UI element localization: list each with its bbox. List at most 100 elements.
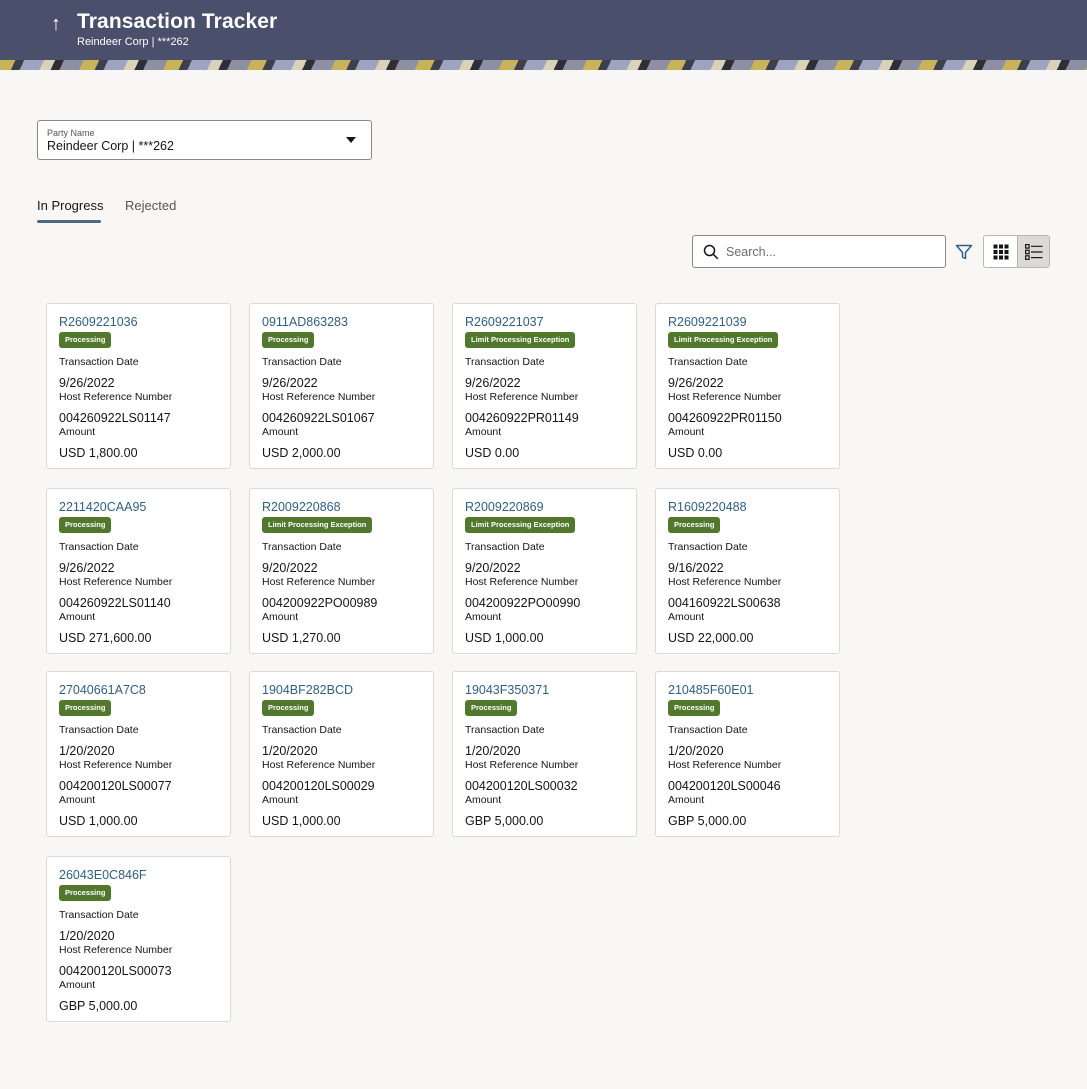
amount-label: Amount xyxy=(59,426,96,438)
status-badge: Limit Processing Exception xyxy=(465,332,576,348)
transaction-card[interactable]: 0911AD863283 Processing Transaction Date 9/… xyxy=(249,303,434,469)
transaction-card[interactable]: 2211420CAA95 Processing Transaction Date 9/… xyxy=(46,488,231,654)
amount-value: USD 2,000.00 xyxy=(262,446,341,460)
amount-label: Amount xyxy=(262,426,299,438)
host-reference-label: Host Reference Number xyxy=(465,576,579,588)
amount-value: GBP 5,000.00 xyxy=(668,814,747,828)
transaction-card[interactable]: R2609221036 Processing Transaction Date 9/2… xyxy=(46,303,231,469)
party-name-label: Party Name xyxy=(47,128,95,138)
status-badge: Processing xyxy=(59,885,112,901)
transaction-card[interactable]: 1904BF282BCD Processing Transaction Date 1/… xyxy=(249,671,434,837)
transaction-date-value: 9/20/2022 xyxy=(262,561,318,575)
grid-view-button[interactable] xyxy=(984,236,1017,267)
transaction-reference-link[interactable]: 2211420CAA95 xyxy=(59,500,146,514)
transaction-reference-link[interactable]: R1609220488 xyxy=(668,500,747,514)
transaction-reference-link[interactable]: R2609221039 xyxy=(668,315,747,329)
transaction-card[interactable]: R2609221039 Limit Processing Exception Tra… xyxy=(655,303,840,469)
amount-label: Amount xyxy=(262,794,299,806)
amount-label: Amount xyxy=(668,794,705,806)
host-reference-label: Host Reference Number xyxy=(668,391,782,403)
host-reference-label: Host Reference Number xyxy=(668,759,782,771)
transaction-date-value: 1/20/2020 xyxy=(465,744,521,758)
back-arrow-icon[interactable]: ↑ xyxy=(46,12,66,36)
status-badge: Limit Processing Exception xyxy=(465,517,576,533)
amount-value: USD 1,800.00 xyxy=(59,446,138,460)
transaction-date-value: 9/26/2022 xyxy=(59,561,115,575)
transaction-date-label: Transaction Date xyxy=(465,541,545,553)
transaction-card[interactable]: R2009220869 Limit Processing Exception Tra… xyxy=(452,488,637,654)
transaction-reference-link[interactable]: 1904BF282BCD xyxy=(262,683,353,697)
amount-value: GBP 5,000.00 xyxy=(465,814,544,828)
status-badge: Processing xyxy=(59,332,112,348)
host-reference-label: Host Reference Number xyxy=(465,759,579,771)
host-reference-value: 004160922LS00638 xyxy=(668,596,781,610)
amount-label: Amount xyxy=(59,794,96,806)
host-reference-label: Host Reference Number xyxy=(262,759,376,771)
transaction-date-label: Transaction Date xyxy=(668,356,748,368)
host-reference-value: 004260922LS01147 xyxy=(59,411,171,425)
transaction-date-value: 9/26/2022 xyxy=(668,376,724,390)
filter-icon[interactable] xyxy=(954,242,974,262)
grid-view-icon xyxy=(993,244,1008,259)
transaction-date-label: Transaction Date xyxy=(59,909,139,921)
status-badge: Processing xyxy=(262,700,315,716)
transaction-card[interactable]: R2009220868 Limit Processing Exception Tra… xyxy=(249,488,434,654)
tab-in-progress[interactable]: In Progress xyxy=(37,198,103,213)
transaction-reference-link[interactable]: 0911AD863283 xyxy=(262,315,348,329)
amount-value: USD 0.00 xyxy=(465,446,520,460)
transaction-reference-link[interactable]: 210485F60E01 xyxy=(668,683,754,697)
host-reference-label: Host Reference Number xyxy=(59,944,173,956)
amount-label: Amount xyxy=(262,611,299,623)
view-toggle xyxy=(983,235,1050,268)
host-reference-label: Host Reference Number xyxy=(59,759,173,771)
amount-label: Amount xyxy=(465,794,502,806)
amount-value: USD 271,600.00 xyxy=(59,631,152,645)
host-reference-value: 004200120LS00073 xyxy=(59,964,172,978)
transaction-date-label: Transaction Date xyxy=(262,541,342,553)
tab-rejected[interactable]: Rejected xyxy=(125,198,176,213)
transaction-reference-link[interactable]: R2609221037 xyxy=(465,315,544,329)
transaction-card[interactable]: 27040661A7C8 Processing Transaction Date 1/… xyxy=(46,671,231,837)
host-reference-value: 004200120LS00046 xyxy=(668,779,781,793)
amount-value: USD 1,000.00 xyxy=(465,631,544,645)
chevron-down-icon xyxy=(346,137,356,143)
host-reference-label: Host Reference Number xyxy=(262,576,376,588)
host-reference-label: Host Reference Number xyxy=(465,391,579,403)
host-reference-value: 004260922LS01140 xyxy=(59,596,171,610)
host-reference-value: 004260922LS01067 xyxy=(262,411,375,425)
amount-value: USD 0.00 xyxy=(668,446,723,460)
transaction-reference-link[interactable]: 27040661A7C8 xyxy=(59,683,146,697)
transaction-date-value: 9/16/2022 xyxy=(668,561,724,575)
search-input[interactable] xyxy=(726,243,936,261)
transaction-card[interactable]: 19043F350371 Processing Transaction Date 1/… xyxy=(452,671,637,837)
host-reference-value: 004200120LS00029 xyxy=(262,779,375,793)
transaction-card[interactable]: R1609220488 Processing Transaction Date 9/1… xyxy=(655,488,840,654)
party-name-select[interactable]: Party Name Reindeer Corp | ***262 xyxy=(37,120,372,160)
status-badge: Processing xyxy=(59,700,112,716)
transaction-reference-link[interactable]: R2009220868 xyxy=(262,500,341,514)
transaction-date-value: 9/26/2022 xyxy=(262,376,318,390)
transaction-date-label: Transaction Date xyxy=(668,724,748,736)
search-box xyxy=(692,235,946,268)
transaction-reference-link[interactable]: R2009220869 xyxy=(465,500,544,514)
amount-label: Amount xyxy=(59,979,96,991)
amount-value: USD 1,270.00 xyxy=(262,631,341,645)
amount-label: Amount xyxy=(668,426,705,438)
transaction-reference-link[interactable]: 19043F350371 xyxy=(465,683,549,697)
status-badge: Processing xyxy=(668,517,721,533)
status-badge: Processing xyxy=(262,332,315,348)
transaction-card[interactable]: 210485F60E01 Processing Transaction Date 1/… xyxy=(655,671,840,837)
list-view-button[interactable] xyxy=(1017,236,1049,267)
transaction-card[interactable]: R2609221037 Limit Processing Exception Tra… xyxy=(452,303,637,469)
page-header: ↑ Transaction Tracker Reindeer Corp | **… xyxy=(0,0,1087,70)
transaction-date-label: Transaction Date xyxy=(59,541,139,553)
transaction-card[interactable]: 26043E0C846F Processing Transaction Date 1/… xyxy=(46,856,231,1022)
transaction-reference-link[interactable]: R2609221036 xyxy=(59,315,138,329)
host-reference-label: Host Reference Number xyxy=(668,576,782,588)
transaction-date-value: 1/20/2020 xyxy=(59,744,115,758)
status-badge: Limit Processing Exception xyxy=(262,517,373,533)
amount-label: Amount xyxy=(59,611,96,623)
host-reference-label: Host Reference Number xyxy=(262,391,376,403)
host-reference-value: 004200120LS00077 xyxy=(59,779,172,793)
transaction-reference-link[interactable]: 26043E0C846F xyxy=(59,868,147,882)
